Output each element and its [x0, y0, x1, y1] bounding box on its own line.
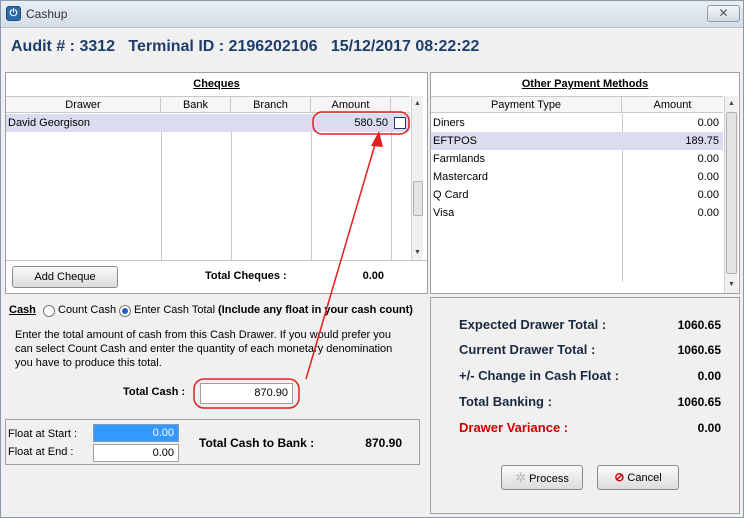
add-cheque-button[interactable]: Add Cheque: [12, 266, 118, 288]
instruction-line: can select Count Cash and enter the quan…: [15, 343, 393, 355]
total-cash-label: Total Cash :: [123, 386, 186, 398]
total-banking-label: Total Banking :: [459, 394, 552, 409]
scroll-thumb[interactable]: [413, 181, 423, 216]
audit-header: Audit # : 3312 Terminal ID : 2196202106 …: [11, 38, 479, 56]
list-item[interactable]: Farmlands 0.00: [431, 150, 723, 168]
expected-drawer-total-value: 1060.65: [677, 318, 721, 332]
scroll-down-icon[interactable]: ▼: [412, 245, 423, 260]
cash-label: Cash: [9, 304, 36, 316]
divider: [6, 260, 427, 261]
summary-panel: Expected Drawer Total : 1060.65 Current …: [430, 297, 740, 514]
instruction-line: Enter the total amount of cash from this…: [15, 329, 392, 341]
process-label: Process: [529, 473, 569, 485]
window-title: Cashup: [26, 7, 68, 21]
scroll-thumb[interactable]: [726, 112, 737, 274]
total-cash-to-bank-value: 870.90: [365, 436, 402, 450]
title-bar: ⏻ Cashup ✕: [1, 1, 743, 28]
cheques-title: Cheques: [193, 78, 240, 90]
cheques-panel: Cheques Drawer Bank Branch Amount David …: [5, 72, 428, 294]
process-button[interactable]: ✲ Process: [501, 465, 583, 490]
column-drawer[interactable]: Drawer: [6, 97, 161, 113]
scroll-down-icon[interactable]: ▼: [725, 277, 738, 292]
cancel-icon: ⊘: [614, 470, 625, 484]
payment-amount: 0.00: [697, 117, 719, 129]
payment-amount: 0.00: [697, 153, 719, 165]
list-item[interactable]: Mastercard 0.00: [431, 168, 723, 186]
terminal-id: Terminal ID : 2196202106: [128, 38, 318, 55]
count-cash-radio[interactable]: [43, 305, 55, 317]
payment-type: Q Card: [433, 189, 469, 201]
list-item[interactable]: Diners 0.00: [431, 114, 723, 132]
list-item[interactable]: Visa 0.00: [431, 204, 723, 222]
other-payments-title: Other Payment Methods: [521, 78, 649, 90]
total-cheques-label: Total Cheques :: [205, 270, 287, 282]
cancel-button[interactable]: ⊘ Cancel: [597, 465, 679, 490]
cash-instructions: Enter the total amount of cash from this…: [15, 328, 392, 370]
audit-datetime: 15/12/2017 08:22:22: [330, 38, 480, 55]
current-drawer-total-label: Current Drawer Total :: [459, 342, 596, 357]
cashup-window: ⏻ Cashup ✕ Audit # : 3312 Terminal ID : …: [0, 0, 744, 518]
total-cash-to-bank-label: Total Cash to Bank :: [199, 436, 315, 450]
current-drawer-total-value: 1060.65: [677, 343, 721, 357]
payment-amount: 0.00: [697, 189, 719, 201]
audit-number: Audit # : 3312: [11, 38, 116, 55]
list-item[interactable]: EFTPOS 189.75: [431, 132, 723, 150]
cheques-grid-header: Drawer Bank Branch Amount: [6, 96, 410, 113]
float-start-input[interactable]: 0.00: [93, 424, 179, 442]
payment-type: Visa: [433, 207, 455, 219]
enter-cash-total-label[interactable]: Enter Cash Total: [134, 304, 215, 316]
cheque-branch: [234, 114, 308, 132]
cash-float-change-label: +/- Change in Cash Float :: [459, 368, 619, 383]
total-cheques-value: 0.00: [362, 270, 384, 282]
float-start-label: Float at Start :: [8, 428, 78, 440]
payment-amount: 0.00: [697, 171, 719, 183]
cancel-label: Cancel: [627, 472, 662, 484]
payments-grid-header: Payment Type Amount: [431, 96, 723, 113]
payment-amount: 0.00: [697, 207, 719, 219]
cheques-scrollbar[interactable]: ▲ ▼: [411, 96, 423, 260]
count-cash-label[interactable]: Count Cash: [58, 304, 116, 316]
grid-divider: [231, 114, 232, 260]
power-icon: ⏻: [6, 6, 21, 21]
drawer-variance-value: 0.00: [697, 421, 721, 435]
payment-type: Diners: [433, 117, 465, 129]
instruction-line: you have to produce this total.: [15, 357, 162, 369]
table-row[interactable]: David Georgison 580.50: [6, 114, 410, 132]
cheque-amount: 580.50: [354, 117, 388, 129]
list-item[interactable]: Q Card 0.00: [431, 186, 723, 204]
payment-type: Mastercard: [433, 171, 489, 183]
scroll-up-icon[interactable]: ▲: [725, 96, 738, 111]
float-end-input[interactable]: 0.00: [93, 444, 179, 462]
cheque-checkbox[interactable]: [394, 117, 406, 129]
enter-cash-total-radio[interactable]: [119, 305, 131, 317]
cheque-bank: [164, 114, 228, 132]
column-payment-type[interactable]: Payment Type: [431, 97, 622, 113]
other-payments-panel: Other Payment Methods Payment Type Amoun…: [430, 72, 740, 294]
close-button[interactable]: ✕: [707, 5, 740, 22]
total-banking-value: 1060.65: [677, 395, 721, 409]
total-cash-input[interactable]: 870.90: [200, 383, 293, 404]
grid-divider: [161, 114, 162, 260]
payment-amount: 189.75: [685, 135, 719, 147]
float-panel: Float at Start : Float at End : 0.00 0.0…: [5, 419, 420, 465]
cheque-drawer: David Georgison: [8, 117, 90, 129]
cash-float-note: (Include any float in your cash count): [218, 304, 413, 316]
drawer-variance-label: Drawer Variance :: [459, 420, 569, 435]
payment-type: Farmlands: [433, 153, 485, 165]
column-bank[interactable]: Bank: [161, 97, 231, 113]
process-icon: ✲: [515, 470, 527, 485]
payment-type: EFTPOS: [433, 135, 478, 147]
payments-scrollbar[interactable]: ▲ ▼: [724, 96, 738, 293]
column-branch[interactable]: Branch: [231, 97, 311, 113]
column-amount[interactable]: Amount: [311, 97, 391, 113]
float-end-label: Float at End :: [8, 446, 74, 458]
cash-float-change-value: 0.00: [697, 369, 721, 383]
grid-divider: [391, 114, 392, 260]
scroll-up-icon[interactable]: ▲: [412, 96, 423, 111]
grid-divider: [311, 114, 312, 260]
column-payment-amount[interactable]: Amount: [622, 97, 723, 113]
expected-drawer-total-label: Expected Drawer Total :: [459, 317, 607, 332]
